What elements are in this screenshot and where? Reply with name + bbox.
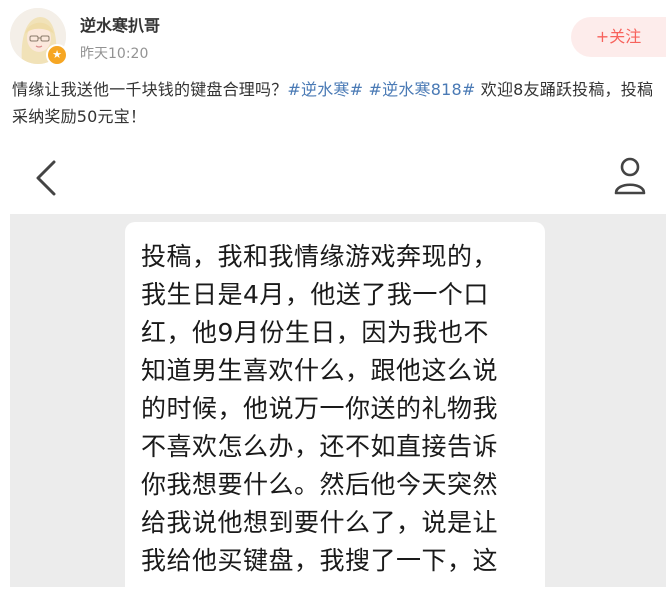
post-text-body: 情缘让我送他一千块钱的键盘合理吗？ [12,80,288,99]
message-line: 我生日是4月，他送了我一个口 [141,280,489,309]
person-icon[interactable] [613,156,647,196]
hashtag-link[interactable]: #逆水寒# [287,80,363,99]
post-timestamp: 昨天10:20 [80,46,149,62]
message-line: 不喜欢怎么办，还不如直接告诉 [141,432,499,461]
message-line: 你我想要什么。然后他今天突然 [141,470,499,499]
message-line: 的时候，他说万一你送的礼物我 [141,394,499,423]
username[interactable]: 逆水寒扒哥 [80,12,160,36]
chevron-left-icon[interactable] [34,160,58,196]
message-line: 投稿，我和我情缘游戏奔现的， [141,242,499,271]
message-line: 红，他9月份生日，因为我也不 [141,318,489,347]
follow-button[interactable]: +关注 [571,17,666,57]
message-line: 我给他买键盘，我搜了一下，这 [141,546,499,575]
message-line: 知道男生喜欢什么，跟他这么说 [141,356,499,385]
post-text: 情缘让我送他一千块钱的键盘合理吗？#逆水寒# #逆水寒818# 欢迎8友踊跃投稿… [12,76,666,130]
hashtag-link[interactable]: #逆水寒818# [369,80,476,99]
post-header: ★ 逆水寒扒哥 昨天10:20 +关注 [0,0,666,76]
message-text: 投稿，我和我情缘游戏奔现的， 我生日是4月，他送了我一个口 红，他9月份生日，因… [141,238,533,580]
message-line: 给我说他想到要什么了，说是让 [141,508,499,537]
verified-star-icon: ★ [46,44,68,66]
